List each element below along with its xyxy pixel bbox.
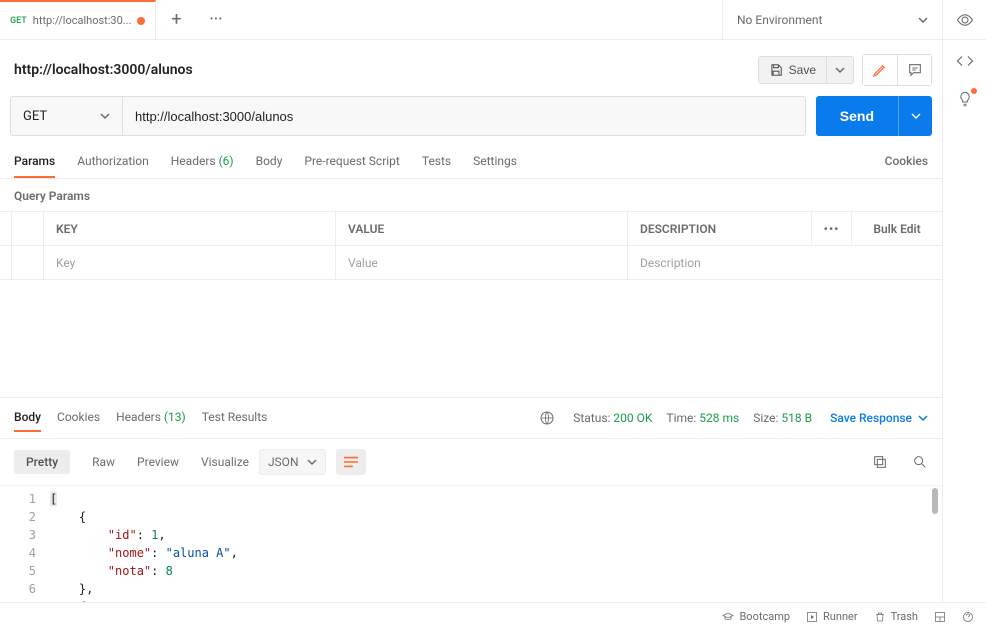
info-button[interactable] [956, 90, 974, 108]
tab-body[interactable]: Body [256, 146, 283, 178]
tab-settings[interactable]: Settings [473, 146, 517, 178]
bulk-edit-button[interactable]: Bulk Edit [852, 212, 942, 245]
wrap-icon [343, 455, 359, 469]
chevron-down-icon [911, 111, 921, 121]
col-value: VALUE [336, 212, 628, 245]
tab-headers[interactable]: Headers (6) [171, 146, 234, 178]
time-label: Time: 528 ms [666, 411, 739, 425]
resp-tab-body[interactable]: Body [14, 404, 41, 432]
view-preview[interactable]: Preview [137, 451, 179, 473]
copy-icon [872, 454, 888, 470]
environment-quicklook-button[interactable] [942, 0, 986, 39]
request-tab[interactable]: GET http://localhost:30... [0, 0, 156, 39]
unsaved-indicator-icon [137, 17, 145, 25]
help-icon [962, 611, 974, 623]
col-description: DESCRIPTION [628, 212, 812, 245]
code-line: 3 "id": 1, [0, 526, 942, 544]
chevron-down-icon [918, 413, 928, 423]
save-button[interactable]: Save [758, 56, 827, 84]
trash-icon [874, 611, 886, 623]
resp-tab-headers[interactable]: Headers (13) [116, 404, 186, 432]
comments-button[interactable] [897, 55, 931, 85]
graduation-icon [722, 611, 734, 623]
bootcamp-button[interactable]: Bootcamp [722, 610, 790, 623]
tab-overflow-button[interactable]: ••• [196, 0, 236, 39]
help-button[interactable] [962, 611, 974, 623]
save-icon [769, 63, 783, 77]
code-icon [956, 52, 974, 70]
col-key: KEY [44, 212, 336, 245]
col-options-button[interactable]: ••• [812, 212, 852, 245]
view-visualize[interactable]: Visualize [201, 451, 249, 473]
table-row[interactable]: Key Value Description [0, 246, 942, 280]
wrap-lines-button[interactable] [336, 449, 366, 475]
save-options-button[interactable] [827, 56, 854, 84]
trash-button[interactable]: Trash [874, 610, 918, 623]
layout-button[interactable] [934, 611, 946, 623]
edit-documentation-button[interactable] [863, 55, 897, 85]
tab-tests[interactable]: Tests [422, 146, 451, 178]
size-label: Size: 518 B [753, 411, 812, 425]
tab-authorization[interactable]: Authorization [77, 146, 149, 178]
save-label: Save [789, 63, 816, 77]
view-pretty[interactable]: Pretty [14, 450, 70, 474]
tab-method: GET [10, 16, 27, 26]
code-line: 7 { [0, 598, 942, 603]
code-line: 2 { [0, 508, 942, 526]
code-line: 4 "nome": "aluna A", [0, 544, 942, 562]
search-response-button[interactable] [912, 454, 928, 470]
resp-tab-cookies[interactable]: Cookies [57, 404, 100, 432]
resp-tab-testresults[interactable]: Test Results [202, 404, 268, 432]
chevron-down-icon [835, 65, 845, 75]
method-url-group: GET [10, 96, 806, 136]
params-table: KEY VALUE DESCRIPTION ••• Bulk Edit Key … [0, 211, 942, 280]
view-raw[interactable]: Raw [92, 451, 115, 473]
code-line: 1[ [0, 490, 942, 508]
chevron-down-icon [307, 457, 317, 467]
url-input[interactable] [123, 97, 805, 135]
new-tab-button[interactable]: + [156, 0, 196, 39]
method-value: GET [23, 109, 47, 124]
eye-icon [956, 11, 974, 29]
tab-prerequest[interactable]: Pre-request Script [304, 146, 399, 178]
environment-label: No Environment [737, 13, 822, 27]
network-icon[interactable] [539, 410, 555, 426]
send-button[interactable]: Send [816, 96, 898, 136]
save-response-button[interactable]: Save Response [830, 411, 928, 425]
code-snippet-button[interactable] [956, 52, 974, 70]
tab-params[interactable]: Params [14, 146, 55, 178]
send-group: Send [816, 96, 932, 136]
response-body[interactable]: 1[2 {3 "id": 1,4 "nome": "aluna A",5 "no… [0, 485, 942, 603]
comment-icon [907, 62, 923, 78]
plus-icon: + [171, 9, 181, 30]
param-desc-input[interactable]: Description [628, 246, 942, 279]
ellipsis-icon: ••• [210, 14, 223, 25]
notification-dot-icon [971, 88, 977, 94]
play-icon [806, 611, 818, 623]
save-button-group: Save [758, 56, 854, 84]
chevron-down-icon [100, 111, 110, 121]
code-line: 6 }, [0, 580, 942, 598]
format-select[interactable]: JSON [259, 449, 326, 475]
param-value-input[interactable]: Value [336, 246, 628, 279]
doc-comment-group [862, 54, 932, 86]
layout-icon [934, 611, 946, 623]
tab-title: http://localhost:30... [33, 14, 132, 27]
request-title: http://localhost:3000/alunos [14, 62, 193, 78]
environment-select[interactable]: No Environment [722, 0, 942, 39]
pencil-icon [872, 62, 888, 78]
copy-response-button[interactable] [872, 454, 888, 470]
code-line: 5 "nota": 8 [0, 562, 942, 580]
send-options-button[interactable] [898, 96, 932, 136]
cookies-link[interactable]: Cookies [885, 146, 928, 178]
runner-button[interactable]: Runner [806, 610, 858, 623]
scrollbar-thumb[interactable] [932, 488, 938, 514]
query-params-label: Query Params [0, 179, 942, 211]
search-icon [912, 454, 928, 470]
chevron-down-icon [918, 15, 928, 25]
param-key-input[interactable]: Key [44, 246, 336, 279]
method-select[interactable]: GET [11, 97, 123, 135]
status-label: Status: 200 OK [573, 411, 652, 425]
